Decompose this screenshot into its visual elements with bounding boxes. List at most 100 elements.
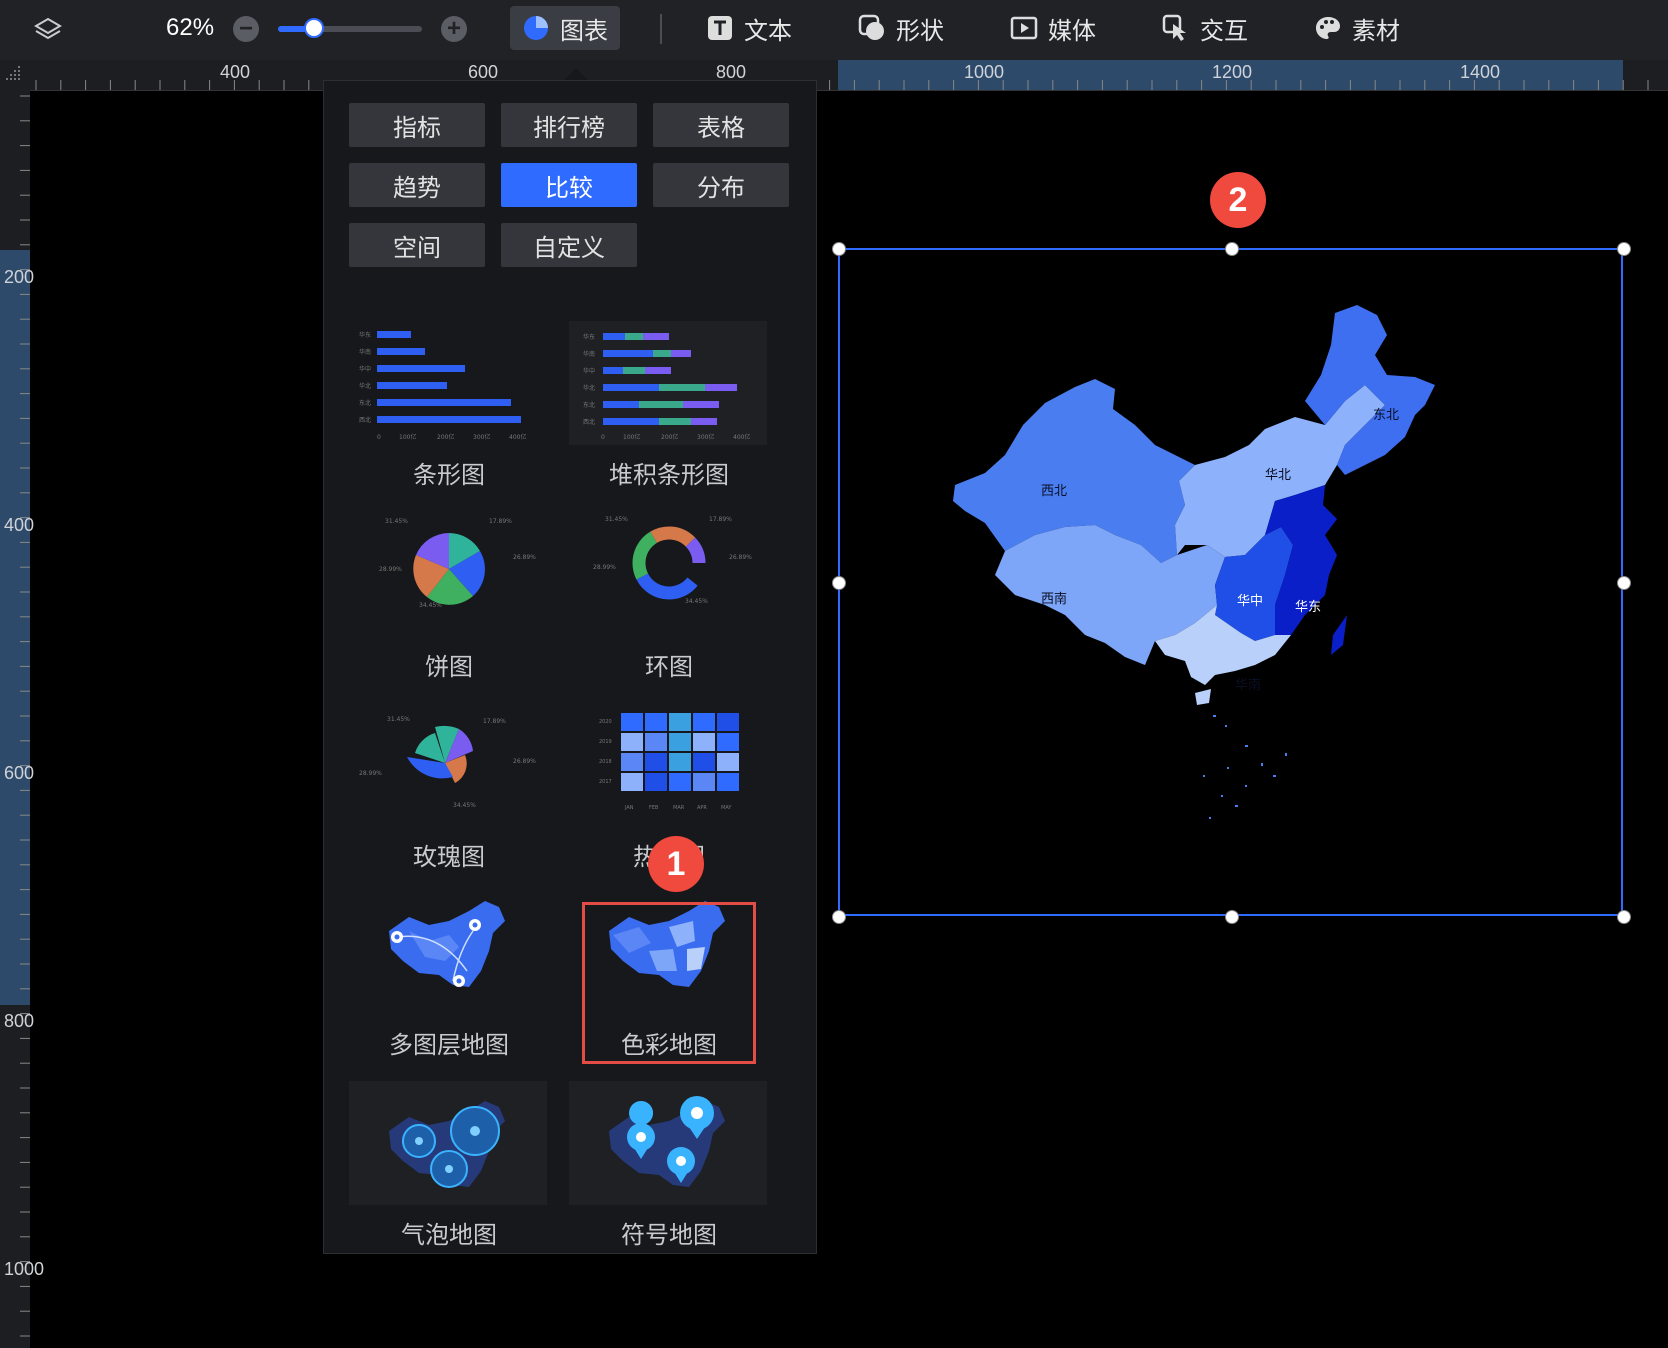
chart-card-bubble-map[interactable]: 气泡地图 [349, 1081, 549, 1250]
chart-card-multilayer-map[interactable]: 多图层地图 [349, 891, 549, 1060]
heatmap-cell [669, 733, 691, 751]
svg-text:APR: APR [697, 805, 707, 811]
toolbar-divider [660, 14, 662, 44]
chart-card-label: 环图 [645, 654, 693, 681]
resize-handle-top-right[interactable] [1617, 242, 1631, 256]
heatmap-thumbnail: 2020 2019 2018 2017 JAN FEB MAR APR MAY [569, 703, 767, 827]
heatmap-cell [621, 733, 643, 751]
tab-assets[interactable]: 素材 [1302, 6, 1412, 50]
region-label-south: 华南 [1235, 677, 1261, 693]
svg-text:300亿: 300亿 [473, 433, 490, 441]
svg-text:华中: 华中 [359, 365, 371, 373]
category-trend[interactable]: 趋势 [349, 163, 485, 207]
svg-text:西北: 西北 [583, 418, 595, 426]
svg-text:300亿: 300亿 [697, 433, 714, 441]
south-sea-islands [1203, 715, 1287, 819]
rose-chart-thumbnail: 31.45% 17.89% 26.89% 28.99% 34.45% [349, 703, 547, 827]
svg-text:华南: 华南 [583, 350, 595, 358]
heatmap-cell [621, 753, 643, 771]
layers-icon[interactable] [30, 12, 66, 48]
region-label-northeast: 东北 [1373, 408, 1399, 423]
ruler-label: 200 [4, 268, 34, 286]
ruler-ticks [35, 80, 1649, 90]
svg-text:200亿: 200亿 [661, 433, 678, 441]
selected-chart-highlight [582, 902, 756, 1064]
svg-text:17.89%: 17.89% [489, 518, 512, 525]
category-custom[interactable]: 自定义 [501, 223, 637, 267]
category-table[interactable]: 表格 [653, 103, 789, 147]
chart-picker-panel: 指标 排行榜 表格 趋势 比较 分布 空间 自定义 华东 华南 华中 华北 东北… [323, 80, 817, 1254]
resize-handle-top-left[interactable] [832, 242, 846, 256]
resize-handle-bottom-right[interactable] [1617, 910, 1631, 924]
svg-text:100亿: 100亿 [399, 433, 416, 441]
svg-text:华北: 华北 [583, 384, 595, 392]
tab-text-label: 文本 [744, 17, 792, 45]
chart-card-pie[interactable]: 31.45% 17.89% 26.89% 28.99% 34.45% 饼图 [349, 513, 549, 682]
svg-text:2020: 2020 [599, 719, 612, 725]
category-ranking[interactable]: 排行榜 [501, 103, 637, 147]
category-metric[interactable]: 指标 [349, 103, 485, 147]
ruler-label: 400 [4, 516, 34, 534]
svg-text:0: 0 [377, 434, 381, 441]
resize-handle-top[interactable] [1225, 242, 1239, 256]
heatmap-cell [621, 773, 643, 791]
ruler-label: 1400 [1460, 62, 1501, 82]
china-color-map[interactable]: 西北 华北 东北 西南 华东 华中 华南 [945, 305, 1515, 865]
svg-text:华东: 华东 [359, 331, 371, 339]
bubble-map-thumbnail [349, 1081, 547, 1205]
svg-text:东北: 东北 [583, 401, 595, 409]
resize-handle-right[interactable] [1617, 576, 1631, 590]
step-badge-2: 2 [1210, 172, 1266, 228]
ruler-label: 1000 [964, 62, 1005, 82]
tab-media[interactable]: 媒体 [998, 6, 1108, 50]
shape-icon [858, 14, 886, 42]
region-label-northwest: 西北 [1041, 484, 1067, 499]
tab-shape[interactable]: 形状 [846, 6, 956, 50]
chart-card-label: 符号地图 [621, 1222, 717, 1249]
top-toolbar: 62% − + 图表 文本 形状 媒体 交互 素材 [0, 0, 1668, 60]
tab-chart[interactable]: 图表 [510, 6, 620, 50]
svg-text:MAY: MAY [721, 805, 732, 811]
zoom-slider-thumb[interactable] [304, 18, 324, 38]
resize-handle-bottom-left[interactable] [832, 910, 846, 924]
svg-text:FEB: FEB [649, 805, 659, 811]
chart-card-label: 玫瑰图 [413, 844, 485, 871]
region-label-central: 华中 [1237, 594, 1263, 609]
zoom-out-button[interactable]: − [233, 16, 259, 42]
zoom-level: 62% [166, 14, 215, 41]
chart-card-label: 饼图 [425, 654, 473, 681]
tab-shape-label: 形状 [896, 17, 944, 45]
svg-text:西北: 西北 [359, 416, 371, 424]
tab-text[interactable]: 文本 [694, 6, 804, 50]
ruler-horizontal: 400 600 800 1000 1200 1400 [0, 60, 1668, 91]
svg-text:31.45%: 31.45% [387, 716, 410, 723]
chart-pie-icon [522, 14, 550, 42]
chart-card-donut[interactable]: 31.45% 17.89% 26.89% 28.99% 34.45% 环图 [569, 513, 769, 682]
zoom-in-button[interactable]: + [441, 16, 467, 42]
ruler-corner [0, 60, 30, 90]
panel-pointer [564, 68, 588, 80]
chart-card-rose[interactable]: 31.45% 17.89% 26.89% 28.99% 34.45% 玫瑰图 [349, 703, 549, 872]
resize-handle-bottom[interactable] [1225, 910, 1239, 924]
svg-text:26.89%: 26.89% [729, 554, 752, 561]
resize-handle-left[interactable] [832, 576, 846, 590]
svg-text:2019: 2019 [599, 739, 612, 745]
heatmap-cell [693, 713, 715, 731]
category-compare[interactable]: 比较 [501, 163, 637, 207]
ruler-label: 1000 [4, 1259, 45, 1279]
svg-text:28.99%: 28.99% [593, 564, 616, 571]
heatmap-cell [693, 733, 715, 751]
ruler-label: 800 [4, 1011, 35, 1031]
chart-card-bar[interactable]: 华东 华南 华中 华北 东北 西北 0 100亿 200亿 300亿 400亿 [349, 321, 549, 490]
tab-interaction-label: 交互 [1200, 17, 1248, 45]
tab-interaction[interactable]: 交互 [1150, 6, 1260, 50]
ruler-label: 1200 [1212, 62, 1253, 82]
category-spatial[interactable]: 空间 [349, 223, 485, 267]
zoom-slider[interactable] [278, 18, 422, 38]
chart-card-symbol-map[interactable]: 符号地图 [569, 1081, 769, 1250]
category-distribution[interactable]: 分布 [653, 163, 789, 207]
chart-card-stacked-bar[interactable]: 华东 华南 华中 华北 东北 西北 0 100亿 200亿 300亿 400亿 [569, 321, 769, 490]
bar-chart-thumbnail: 华东 华南 华中 华北 东北 西北 0 100亿 200亿 300亿 400亿 [349, 321, 547, 445]
svg-text:2017: 2017 [599, 779, 612, 785]
tab-media-label: 媒体 [1048, 17, 1096, 45]
